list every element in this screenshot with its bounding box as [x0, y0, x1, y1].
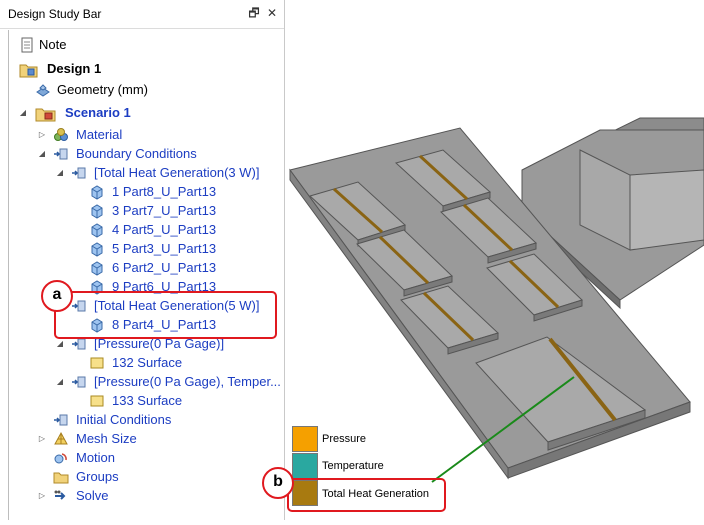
design-tree: Note Design 1 Geometry (mm) ◢ Scenario 1…: [8, 30, 285, 520]
mesh-icon: [54, 431, 68, 445]
tree-label: 6 Part2_U_Part13: [112, 260, 217, 275]
solve-icon: [54, 490, 66, 500]
tree-label: Groups: [76, 469, 119, 484]
collapse-arrow-icon[interactable]: ◢: [55, 163, 65, 182]
note-icon: [21, 37, 33, 53]
tree-label: 133 Surface: [112, 393, 183, 408]
part-cube-icon: [91, 242, 103, 257]
expand-arrow-icon[interactable]: ▷: [37, 125, 47, 144]
callout-b-box: [287, 478, 446, 512]
tree-label: Boundary Conditions: [76, 146, 197, 161]
tree-label: 1 Part8_U_Part13: [112, 184, 217, 199]
part-cube-icon: [91, 261, 103, 276]
callout-b-badge: b: [262, 467, 294, 499]
design-folder-icon: [19, 64, 38, 78]
tree-label: 132 Surface: [112, 355, 183, 370]
expand-arrow-icon[interactable]: ▷: [37, 429, 47, 448]
geometry-icon: [36, 84, 50, 97]
legend-swatch-temperature: [292, 453, 318, 479]
scenario-folder-icon: [35, 108, 56, 122]
tree-label: Solve: [76, 488, 109, 503]
tree-label: Motion: [76, 450, 116, 465]
surface-icon: [90, 357, 104, 369]
legend-label: Temperature: [322, 460, 384, 472]
tree-label: Scenario 1: [65, 105, 131, 120]
initial-conditions-icon: [54, 414, 68, 426]
restore-icon[interactable]: 🗗: [246, 5, 262, 21]
legend-label: Pressure: [322, 433, 367, 445]
tree-label: Mesh Size: [76, 431, 137, 446]
material-icon: [54, 128, 68, 141]
tree-label: 3 Part7_U_Part13: [112, 203, 217, 218]
heat-condition-icon: [72, 167, 86, 179]
collapse-arrow-icon[interactable]: ◢: [18, 103, 28, 122]
tree-label: [Total Heat Generation(3 W)]: [94, 165, 260, 180]
boundary-conditions-icon: [54, 148, 68, 160]
tree-label: Geometry (mm): [57, 82, 148, 97]
collapse-arrow-icon[interactable]: ◢: [37, 144, 47, 163]
surface-icon: [90, 395, 104, 407]
close-icon[interactable]: ✕: [264, 5, 280, 21]
callout-a-badge: a: [41, 280, 73, 312]
tree-label: 5 Part3_U_Part13: [112, 241, 217, 256]
tree-label: Design 1: [47, 61, 102, 76]
panel-title: Design Study Bar: [8, 7, 102, 21]
panel-titlebar: Design Study Bar 🗗 ✕: [0, 0, 284, 29]
part-cube-icon: [91, 204, 103, 219]
callout-a-box: [54, 291, 277, 339]
tree-label: Initial Conditions: [76, 412, 172, 427]
pressure-condition-icon: [72, 376, 86, 388]
tree-label: [Pressure(0 Pa Gage), Temper...: [94, 374, 281, 389]
motion-icon: [54, 453, 67, 464]
tree-label: Note: [39, 37, 67, 52]
part-cube-icon: [91, 185, 103, 200]
tree-label: 4 Part5_U_Part13: [112, 222, 217, 237]
tree-label: Material: [76, 127, 123, 142]
part-cube-icon: [91, 223, 103, 238]
expand-arrow-icon[interactable]: ▷: [37, 486, 47, 505]
legend-swatch-pressure: [292, 426, 318, 452]
groups-folder-icon: [53, 472, 69, 484]
collapse-arrow-icon[interactable]: ◢: [55, 372, 65, 391]
design-study-bar: Design Study Bar 🗗 ✕ Note Design 1 Geome…: [0, 0, 285, 520]
